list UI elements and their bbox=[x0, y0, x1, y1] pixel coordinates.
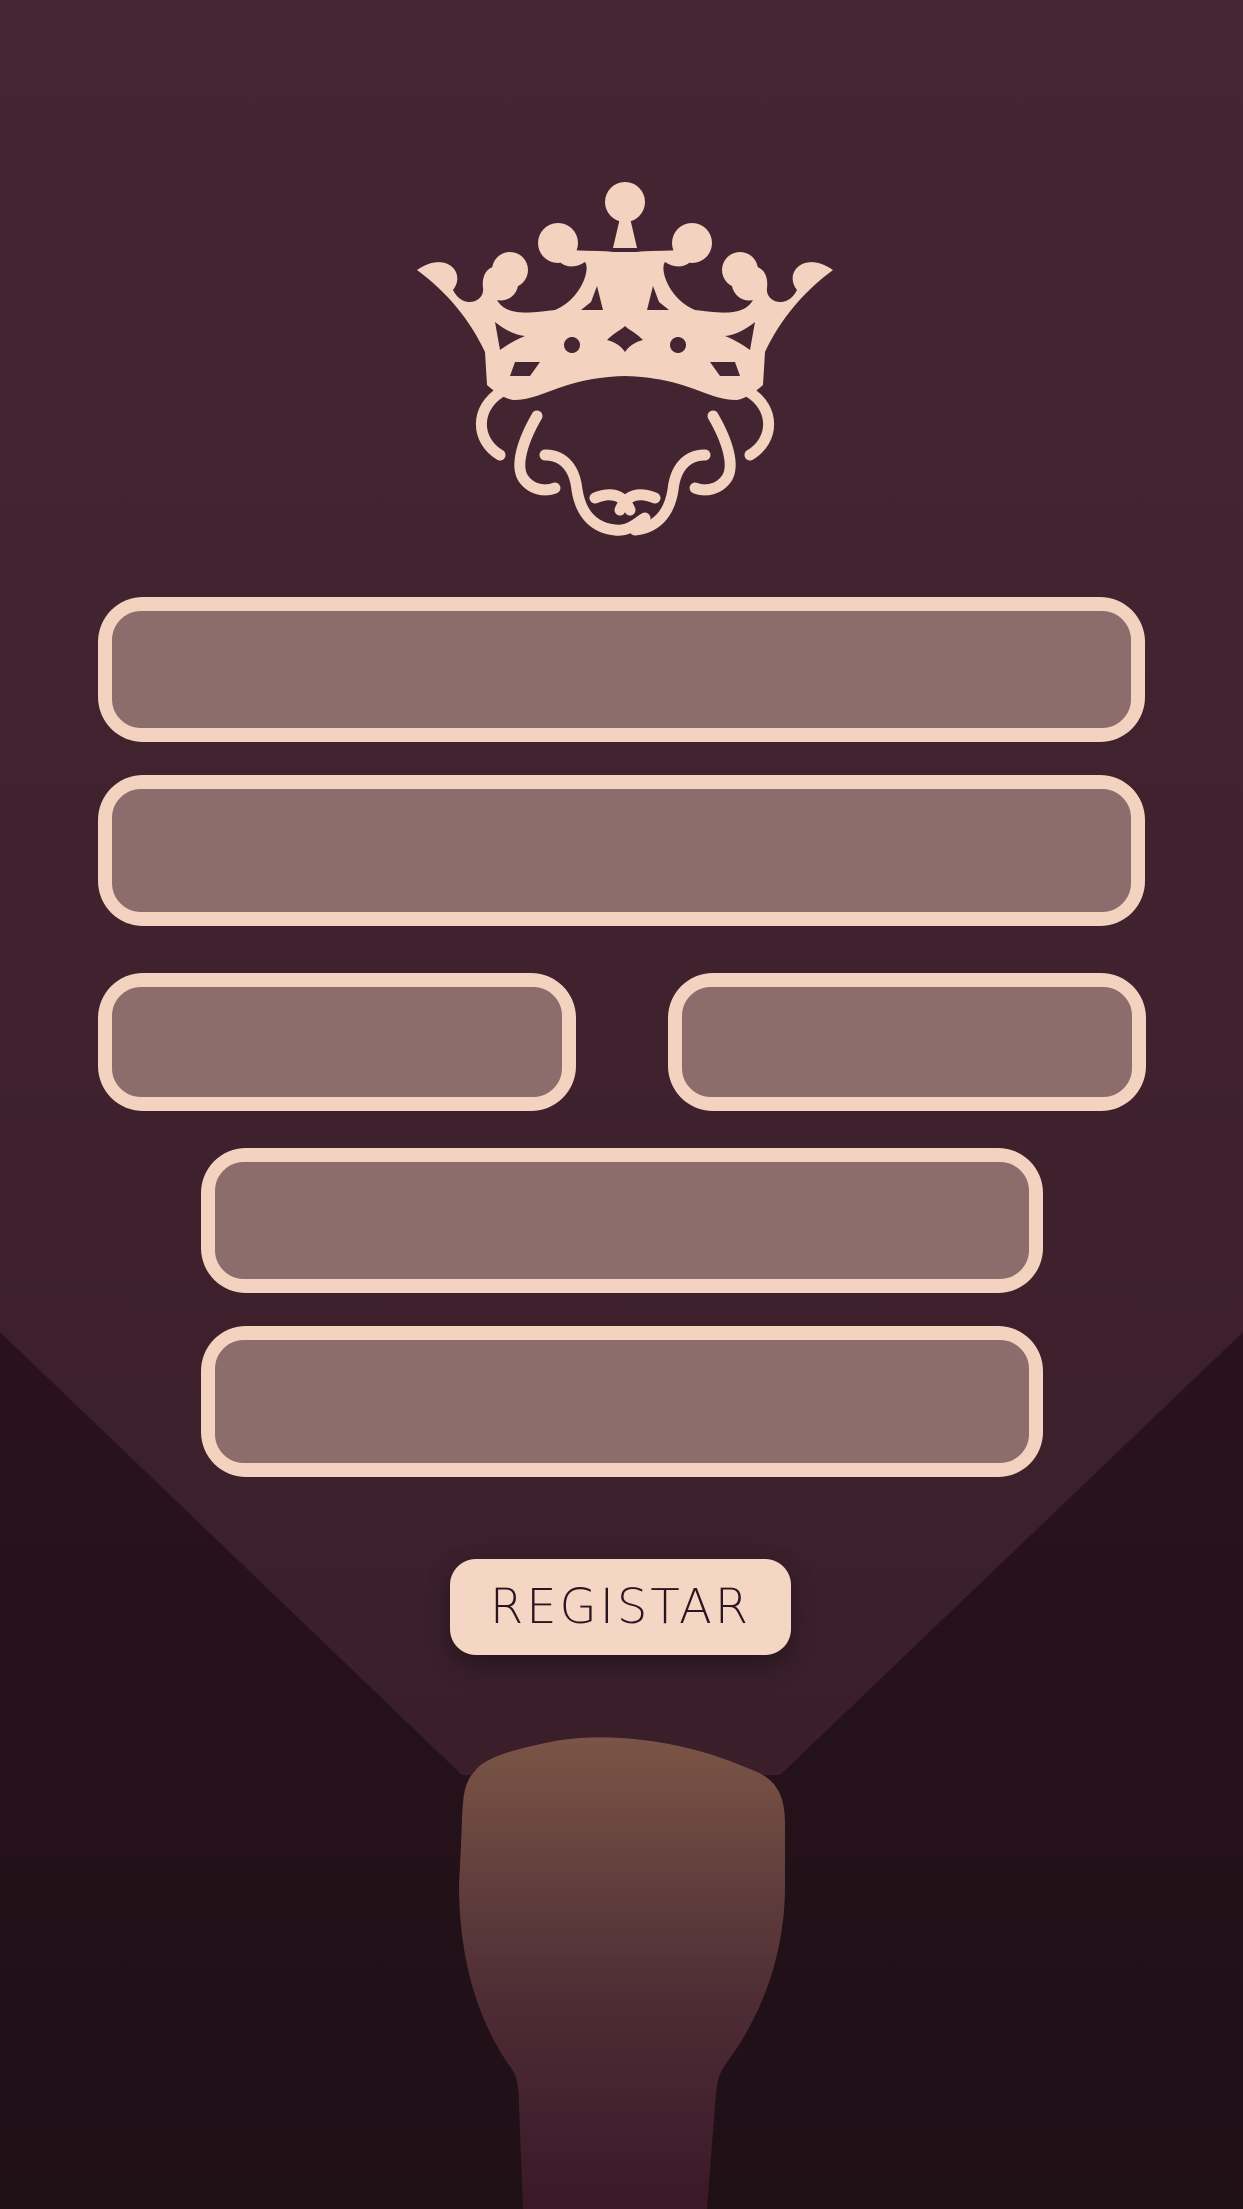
form-field-6[interactable] bbox=[202, 1327, 1042, 1476]
form-field-5-input[interactable] bbox=[212, 1159, 1032, 1282]
form-field-4[interactable] bbox=[669, 974, 1145, 1110]
form-field-3-input[interactable] bbox=[109, 984, 565, 1100]
form-field-1-input[interactable] bbox=[109, 608, 1134, 731]
form-field-1[interactable] bbox=[99, 598, 1144, 741]
form-field-2-input[interactable] bbox=[109, 786, 1134, 915]
form-field-5[interactable] bbox=[202, 1149, 1042, 1292]
form-field-3[interactable] bbox=[99, 974, 575, 1110]
form-field-6-input[interactable] bbox=[212, 1337, 1032, 1466]
form-field-2[interactable] bbox=[99, 776, 1144, 925]
form-field-4-input[interactable] bbox=[679, 984, 1135, 1100]
registration-screen: REGISTAR bbox=[0, 0, 1243, 2209]
flashlight-icon bbox=[459, 1737, 785, 2209]
flashlight-body bbox=[459, 1737, 785, 2209]
register-button[interactable]: REGISTAR bbox=[450, 1559, 791, 1655]
crown-wreath-emblem-icon bbox=[417, 182, 833, 536]
